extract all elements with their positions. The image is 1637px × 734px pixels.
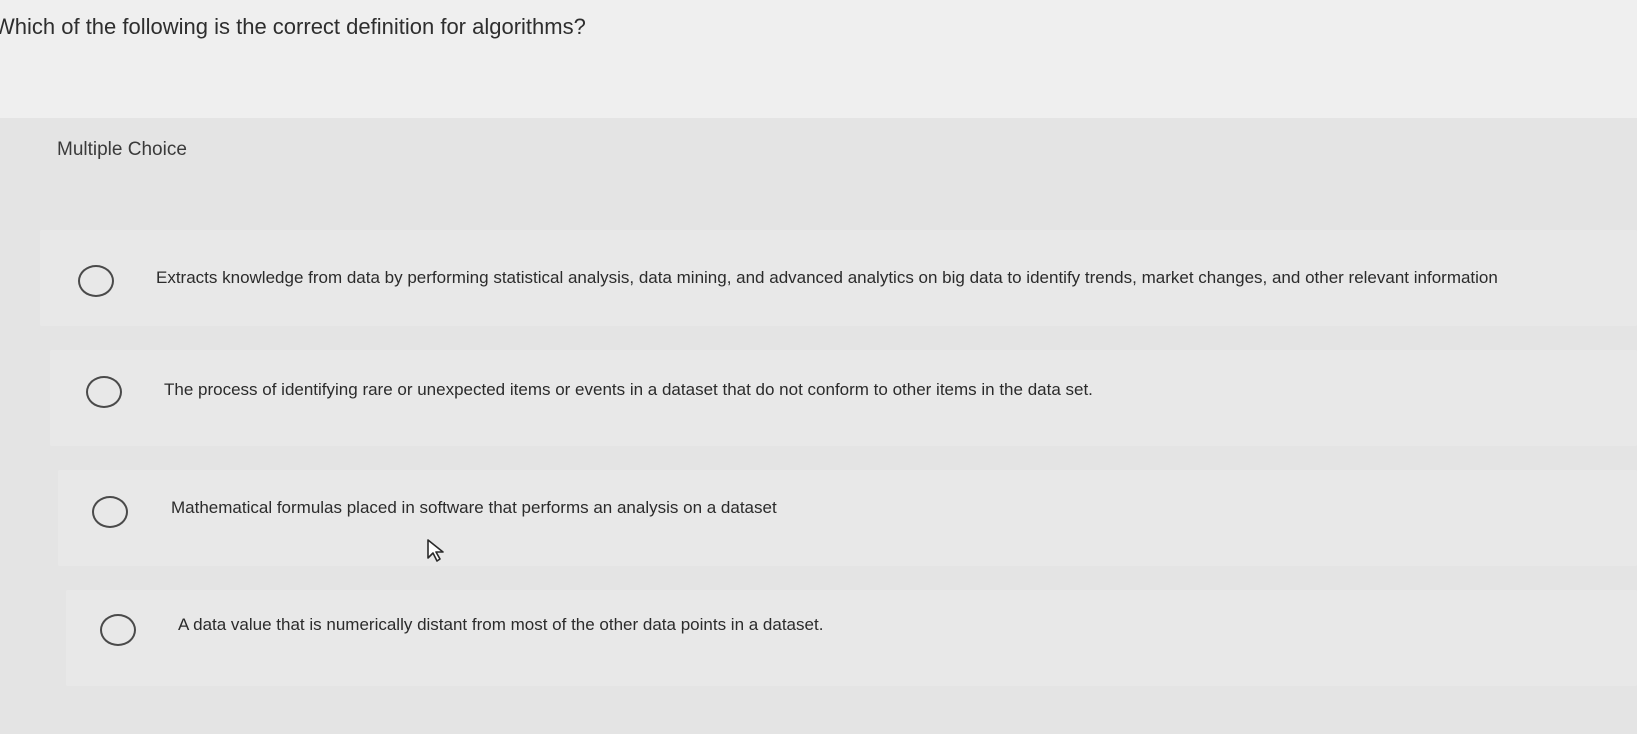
choice-option-label: Extracts knowledge from data by performi… <box>156 268 1498 287</box>
choice-option-label: Mathematical formulas placed in software… <box>171 498 777 517</box>
radio-button-icon[interactable] <box>100 614 136 646</box>
choice-option-3[interactable]: Mathematical formulas placed in software… <box>58 470 1637 566</box>
question-text: Which of the following is the correct de… <box>0 14 586 39</box>
choice-option-label: The process of identifying rare or unexp… <box>164 380 1093 399</box>
quiz-page: Which of the following is the correct de… <box>0 0 1637 734</box>
question-type-label: Multiple Choice <box>57 139 187 160</box>
radio-button-icon[interactable] <box>92 496 128 528</box>
choice-option-1[interactable]: Extracts knowledge from data by performi… <box>40 230 1637 326</box>
choice-option-4[interactable]: A data value that is numerically distant… <box>66 590 1637 686</box>
radio-button-icon[interactable] <box>78 265 114 297</box>
choice-option-label: A data value that is numerically distant… <box>178 615 824 634</box>
choice-option-2[interactable]: The process of identifying rare or unexp… <box>50 350 1637 446</box>
radio-button-icon[interactable] <box>86 376 122 408</box>
